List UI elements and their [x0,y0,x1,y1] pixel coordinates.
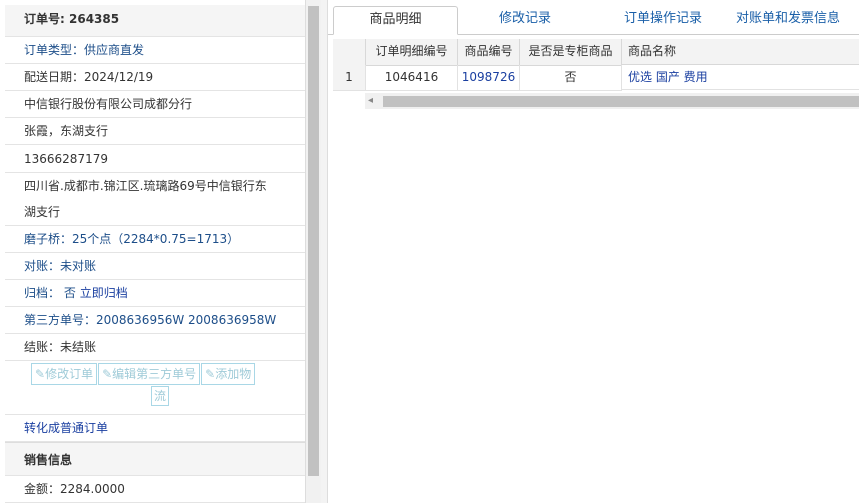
company-name: 中信银行股份有限公司成都分行 [5,91,305,118]
edit-icon: ✎ [205,367,216,381]
delivery-date: 配送日期：2024/12/19 [5,64,305,91]
column-header: 商品名称 [622,39,859,65]
third-party-numbers: 第三方单号：2008636956W 2008636958W [5,307,305,334]
edit-order-button[interactable]: ✎修改订单 [31,363,98,385]
add-logistics-button-wrap[interactable]: 流 [151,386,170,406]
contact-info: 张霞，东湖支行 [5,118,305,145]
order-info-panel: 订单号: 264385 订单类型：供应商直发 配送日期：2024/12/19 中… [0,0,305,503]
phone-number: 13666287179 [5,145,305,173]
archive-now-link[interactable]: 立即归档 [80,286,128,300]
column-header: 订单明细编号 [366,39,458,66]
address-line-1: 四川省.成都市.锦江区.琉璃路69号中信银行东 [24,179,267,193]
table-horizontal-scrollbar[interactable]: ◂ [365,93,859,109]
action-buttons: ✎修改订单 ✎编辑第三方单号 ✎添加物 流 [5,361,305,415]
tab-order-operation-log[interactable]: 订单操作记录 [603,6,723,33]
order-number-label: 订单号: [24,12,65,26]
product-name-link[interactable]: 优选 国产 费用 [622,65,859,90]
row-number-header [333,39,366,66]
mozi-bridge-info: 磨子桥：25个点（2284*0.75=1713） [5,226,305,253]
panel-divider [321,0,328,503]
detail-tabs: 商品明细 修改记录 订单操作记录 对账单和发票信息 [328,0,859,35]
convert-to-normal-order-link[interactable]: 转化成普通订单 [5,415,305,442]
settlement-status: 结账：未结账 [5,334,305,361]
edit-icon: ✎ [102,367,113,381]
scrollbar-thumb[interactable] [383,96,859,107]
is-counter-cell: 否 [520,65,622,91]
add-logistics-button[interactable]: ✎添加物 [201,363,256,385]
sales-amount: 金额：2284.0000 [5,476,305,503]
tab-statement-invoice[interactable]: 对账单和发票信息 [728,6,848,33]
address-line-2: 湖支行 [24,205,61,219]
left-panel-scrollbar[interactable] [305,0,321,503]
archive-value: 否 [63,286,76,300]
order-number-row: 订单号: 264385 [5,5,305,37]
column-header: 商品编号 [458,39,520,66]
edit-order-label: 修改订单 [45,367,94,381]
column-header: 是否是专柜商品 [520,39,622,66]
scroll-left-icon[interactable]: ◂ [368,93,373,109]
order-type: 订单类型：供应商直发 [5,37,305,64]
row-number: 1 [333,65,366,91]
archive-label: 归档： [24,286,61,300]
reconcile-status: 对账：未对账 [5,253,305,280]
archive-row: 归档： 否 立即归档 [5,280,305,307]
order-number-value: 264385 [69,12,120,26]
edit-icon: ✎ [35,367,46,381]
product-number-link[interactable]: 1098726 [458,65,520,91]
address: 四川省.成都市.锦江区.琉璃路69号中信银行东 湖支行 [5,173,305,226]
edit-third-party-label: 编辑第三方单号 [112,367,197,381]
tab-change-log[interactable]: 修改记录 [476,6,574,33]
edit-third-party-button[interactable]: ✎编辑第三方单号 [98,363,201,385]
sales-info-header: 销售信息 [5,442,305,476]
add-logistics-label: 添加物 [215,367,252,381]
tab-product-details[interactable]: 商品明细 [333,6,458,35]
detail-number-cell: 1046416 [366,65,458,91]
scrollbar-thumb[interactable] [308,6,319,476]
